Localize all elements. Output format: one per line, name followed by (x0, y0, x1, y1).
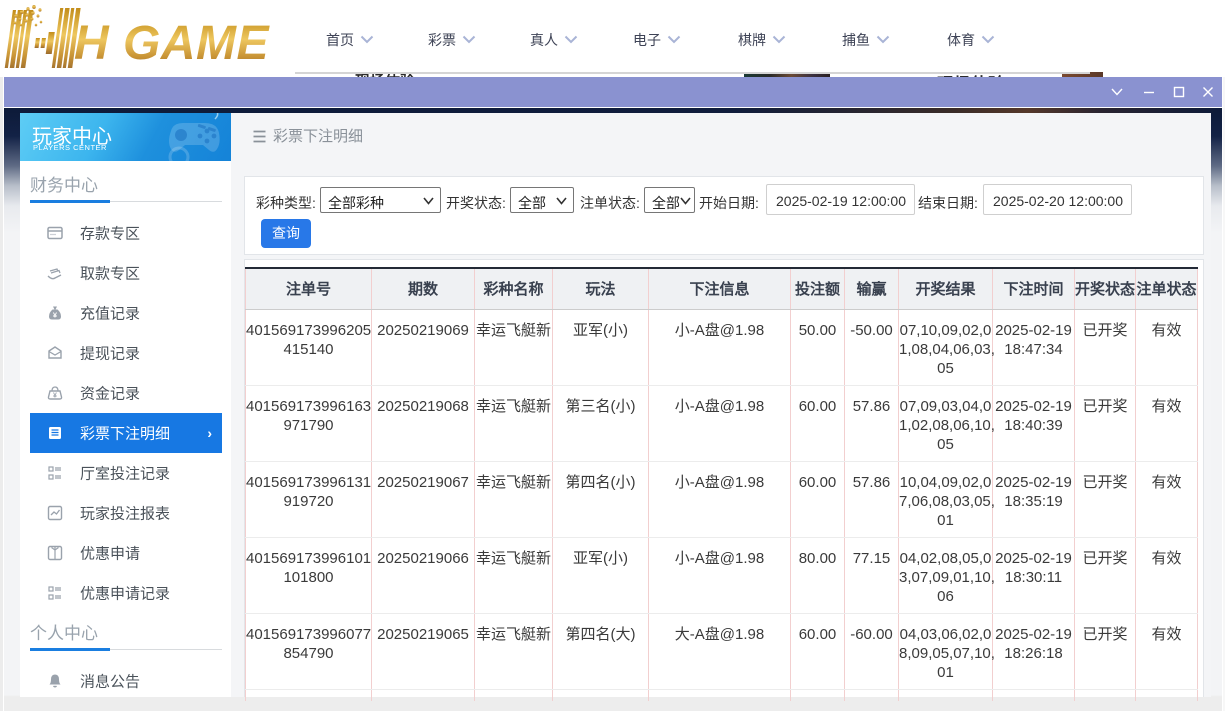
svg-text:H GAME: H GAME (74, 17, 270, 70)
svg-text:¥: ¥ (53, 393, 57, 400)
